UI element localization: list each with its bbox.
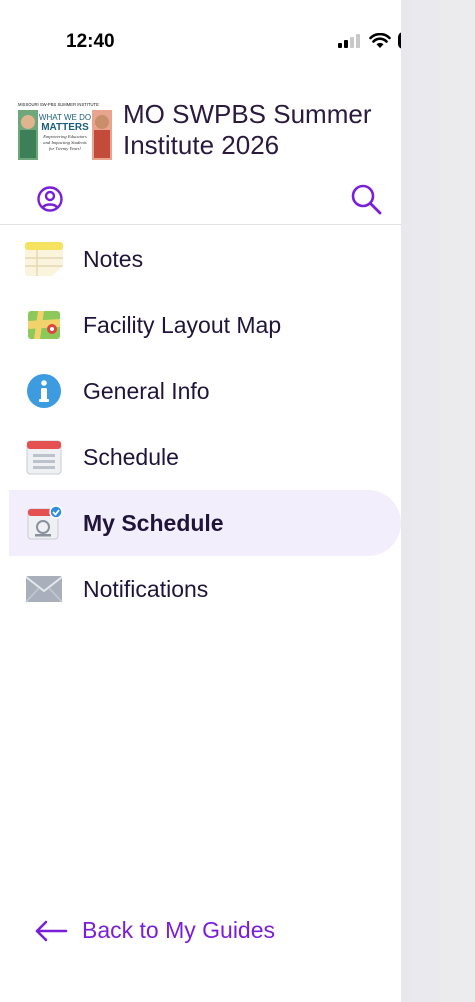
my-schedule-icon <box>24 503 64 543</box>
wifi-icon <box>369 32 391 48</box>
map-icon <box>24 305 64 345</box>
logo-line2: MATTERS <box>41 122 89 133</box>
menu-item-general-info[interactable]: General Info <box>0 358 401 424</box>
status-time: 12:40 <box>66 31 115 52</box>
drawer-scrim[interactable] <box>401 0 475 1002</box>
guide-logo: MISSOURI SW-PBS SUMMER INSTITUTE WHAT WE… <box>16 100 114 162</box>
menu-item-schedule[interactable]: Schedule <box>0 424 401 490</box>
drawer-header-actions <box>0 182 401 225</box>
menu-item-label: My Schedule <box>83 509 224 536</box>
drawer-menu: Notes Facility Layout Map General Info S… <box>0 226 401 622</box>
schedule-icon <box>24 437 64 477</box>
logo-line1: WHAT WE DO <box>39 113 91 122</box>
logo-line4: and Impacting Students <box>43 140 87 145</box>
menu-item-label: Schedule <box>83 443 179 470</box>
side-drawer: 12:40 97 MISSOURI SW-PBS SUMMER INSTITUT… <box>0 0 424 1002</box>
search-icon[interactable] <box>349 182 383 216</box>
envelope-icon <box>24 569 64 609</box>
arrow-left-icon <box>35 920 68 941</box>
menu-item-label: General Info <box>83 377 210 404</box>
profile-icon[interactable] <box>36 185 64 213</box>
menu-item-notes[interactable]: Notes <box>0 226 401 292</box>
menu-item-notifications[interactable]: Notifications <box>0 556 401 622</box>
signal-icon <box>338 33 360 48</box>
guide-title: MO SWPBS Summer Institute 2026 <box>123 99 372 160</box>
menu-item-label: Notes <box>83 245 144 272</box>
menu-item-facility-layout-map[interactable]: Facility Layout Map <box>0 292 401 358</box>
logo-top-text: MISSOURI SW-PBS SUMMER INSTITUTE <box>18 102 99 107</box>
notes-icon <box>24 239 64 279</box>
back-to-guides-link[interactable]: Back to My Guides <box>34 917 275 944</box>
logo-line3: Empowering Educators <box>42 134 87 139</box>
logo-line5: for Twenty Years! <box>49 146 82 151</box>
info-icon <box>24 371 64 411</box>
back-to-guides-label: Back to My Guides <box>82 917 276 943</box>
menu-item-label: Facility Layout Map <box>83 311 282 338</box>
menu-item-my-schedule[interactable]: My Schedule <box>9 490 401 556</box>
menu-item-label: Notifications <box>83 575 209 602</box>
